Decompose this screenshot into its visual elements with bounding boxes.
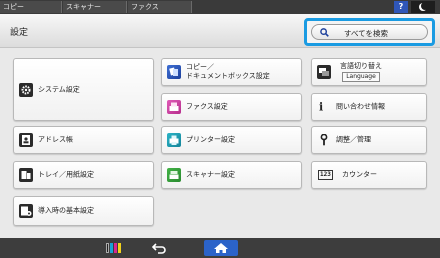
toner-status-icon[interactable] — [104, 240, 122, 256]
language-switch-label: 言語切り替え Language — [340, 62, 382, 82]
address-book-button[interactable]: アドレス帳 — [13, 126, 154, 154]
system-settings-label: システム設定 — [38, 85, 80, 93]
copy-label-line2: ドキュメントボックス設定 — [186, 72, 270, 80]
counter-icon: 123 — [318, 170, 333, 180]
copy-docbox-settings-label: コピー／ ドキュメントボックス設定 — [186, 63, 270, 81]
info-icon: i — [319, 100, 324, 114]
copy-label-line1: コピー／ — [186, 63, 214, 71]
back-button[interactable] — [150, 240, 170, 256]
scanner-icon — [167, 168, 181, 182]
wrench-icon — [320, 134, 328, 146]
help-button[interactable]: ? — [394, 1, 408, 13]
language-label-line1: 言語切り替え — [340, 62, 382, 70]
language-label-line2: Language — [342, 72, 380, 82]
printer-settings-label: プリンター設定 — [186, 135, 235, 144]
printer-settings-button[interactable]: プリンター設定 — [161, 126, 302, 154]
address-book-icon — [19, 133, 33, 147]
initial-settings-button[interactable]: 導入時の基本設定 — [13, 196, 154, 226]
page-title: 設定 — [10, 28, 29, 38]
language-icon — [317, 65, 331, 79]
moon-icon — [419, 2, 429, 11]
tab-fax[interactable]: ファクス — [128, 1, 192, 13]
initial-settings-label: 導入時の基本設定 — [38, 206, 94, 215]
device-setup-icon — [19, 204, 33, 218]
fax-settings-label: ファクス設定 — [186, 102, 228, 111]
settings-header: 設定 すべてを検索 — [0, 14, 440, 48]
back-arrow-icon — [151, 243, 166, 254]
gear-icon — [19, 82, 33, 97]
tray-paper-settings-button[interactable]: トレイ／用紙設定 — [13, 161, 154, 189]
bottom-bar — [0, 238, 440, 258]
tray-paper-settings-label: トレイ／用紙設定 — [38, 170, 94, 179]
top-tab-bar: コピー スキャナー ファクス ? — [0, 0, 440, 14]
scanner-settings-label: スキャナー設定 — [186, 170, 235, 179]
search-icon — [320, 28, 329, 37]
maintenance-label: 調整／管理 — [336, 135, 371, 144]
energy-saver-button[interactable] — [411, 1, 435, 13]
home-icon — [214, 243, 228, 253]
search-all-label: すべてを検索 — [344, 29, 389, 38]
address-book-label: アドレス帳 — [38, 135, 73, 144]
copy-docbox-settings-button[interactable]: コピー／ ドキュメントボックス設定 — [161, 58, 302, 86]
counter-button[interactable]: 123 カウンター — [311, 161, 427, 189]
fax-settings-button[interactable]: ファクス設定 — [161, 93, 302, 121]
tab-copy[interactable]: コピー — [0, 1, 62, 13]
tab-scanner[interactable]: スキャナー — [63, 1, 127, 13]
scanner-settings-button[interactable]: スキャナー設定 — [161, 161, 302, 189]
system-settings-button[interactable]: システム設定 — [13, 58, 154, 121]
search-all-button[interactable]: すべてを検索 — [311, 24, 428, 40]
counter-label: カウンター — [342, 170, 377, 179]
home-button[interactable] — [204, 240, 238, 256]
maintenance-button[interactable]: 調整／管理 — [311, 126, 427, 154]
inquiry-info-label: 問い合わせ情報 — [336, 102, 385, 111]
tray-icon — [19, 168, 33, 182]
printer-icon — [167, 133, 181, 147]
fax-icon — [167, 100, 181, 114]
search-highlight: すべてを検索 — [304, 18, 435, 46]
language-switch-button[interactable]: 言語切り替え Language — [311, 58, 427, 86]
copy-icon — [167, 65, 181, 79]
inquiry-info-button[interactable]: i 問い合わせ情報 — [311, 93, 427, 121]
